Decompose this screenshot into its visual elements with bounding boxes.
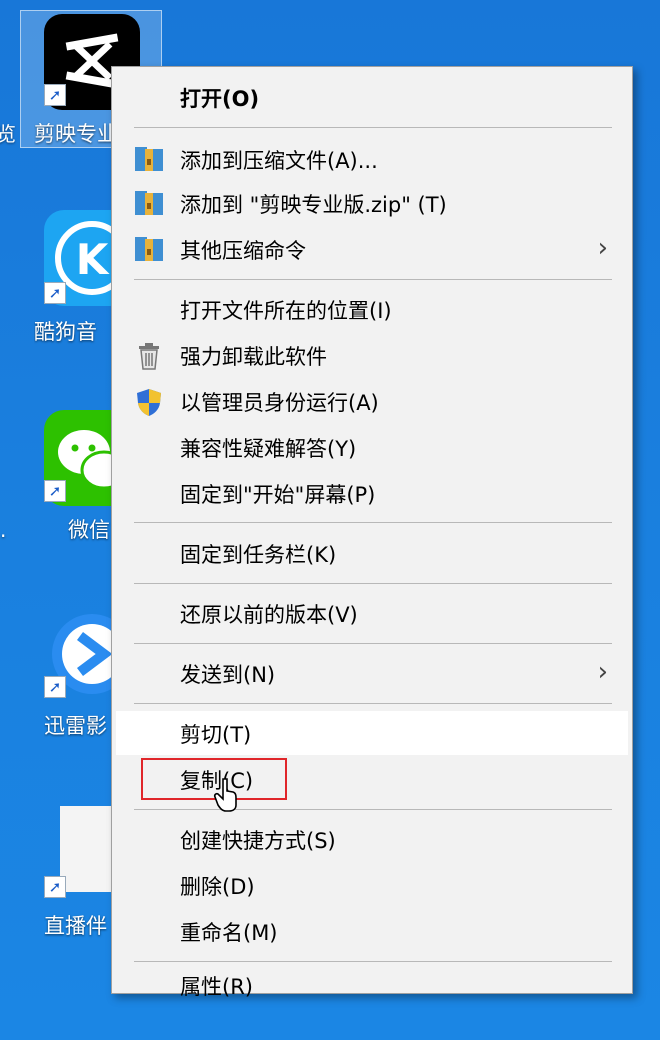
context-menu: 打开(O) 添加到压缩文件(A)... 添加到 "剪映专业版.zip" (T) … <box>111 66 633 999</box>
menu-item-label: 添加到压缩文件(A)... <box>180 149 378 173</box>
menu-item-label: 添加到 "剪映专业版.zip" (T) <box>180 193 447 217</box>
menu-item-restore-previous[interactable]: 还原以前的版本(V) <box>112 591 632 635</box>
desktop-icon-label: 酷狗音 <box>34 320 97 344</box>
menu-separator <box>134 279 612 280</box>
menu-item-create-shortcut[interactable]: 创建快捷方式(S) <box>112 817 632 861</box>
menu-item-label: 兼容性疑难解答(Y) <box>180 437 357 461</box>
menu-separator <box>134 127 612 128</box>
menu-item-open-file-location[interactable]: 打开文件所在的位置(I) <box>112 287 632 331</box>
menu-item-pin-to-start[interactable]: 固定到"开始"屏幕(P) <box>112 471 632 515</box>
menu-item-label: 其他压缩命令 <box>180 239 306 263</box>
menu-item-label: 固定到任务栏(K) <box>180 543 337 567</box>
shortcut-arrow-icon: ➚ <box>44 876 66 898</box>
menu-item-rename[interactable]: 重命名(M) <box>112 909 632 953</box>
menu-item-label: 固定到"开始"屏幕(P) <box>180 483 376 507</box>
winrar-archive-icon <box>134 235 164 263</box>
menu-item-delete[interactable]: 删除(D) <box>112 863 632 907</box>
menu-item-label: 打开文件所在的位置(I) <box>180 299 392 323</box>
menu-separator <box>134 643 612 644</box>
chevron-right-icon: › <box>597 233 608 263</box>
uac-shield-icon <box>134 387 164 416</box>
mouse-cursor-icon <box>213 778 237 812</box>
menu-separator <box>134 703 612 704</box>
menu-item-force-uninstall[interactable]: 强力卸载此软件 <box>112 333 632 377</box>
svg-text:K: K <box>76 235 110 284</box>
menu-item-label: 重命名(M) <box>180 921 278 945</box>
menu-item-cut[interactable]: 剪切(T) <box>116 711 628 755</box>
shortcut-arrow-icon: ➚ <box>44 84 66 106</box>
blank-file-icon <box>60 806 112 892</box>
edge-char: 览 <box>0 122 16 146</box>
menu-item-other-compress[interactable]: 其他压缩命令 › <box>112 227 632 271</box>
menu-item-label: 删除(D) <box>180 875 255 899</box>
menu-separator <box>134 583 612 584</box>
menu-item-label: 以管理员身份运行(A) <box>180 391 379 415</box>
menu-item-add-to-zip[interactable]: 添加到 "剪映专业版.zip" (T) <box>112 181 632 225</box>
desktop-icon-label: 剪映专业 <box>34 122 118 146</box>
chevron-right-icon: › <box>597 657 608 687</box>
menu-item-label: 剪切(T) <box>180 723 252 747</box>
edge-char: . <box>0 518 7 542</box>
menu-item-troubleshoot-compat[interactable]: 兼容性疑难解答(Y) <box>112 425 632 469</box>
menu-separator <box>134 809 612 810</box>
menu-item-label: 创建快捷方式(S) <box>180 829 336 853</box>
menu-item-add-to-archive[interactable]: 添加到压缩文件(A)... <box>112 137 632 181</box>
menu-item-label: 发送到(N) <box>180 663 276 687</box>
menu-item-open[interactable]: 打开(O) <box>112 75 632 119</box>
winrar-archive-icon <box>134 145 164 173</box>
menu-item-label: 打开(O) <box>180 87 260 111</box>
menu-item-label: 属性(R) <box>180 975 253 999</box>
menu-item-run-as-admin[interactable]: 以管理员身份运行(A) <box>112 379 632 423</box>
menu-item-pin-to-taskbar[interactable]: 固定到任务栏(K) <box>112 531 632 575</box>
shortcut-arrow-icon: ➚ <box>44 282 66 304</box>
menu-item-label: 强力卸载此软件 <box>180 345 327 369</box>
menu-separator <box>134 522 612 523</box>
menu-item-properties[interactable]: 属性(R) <box>112 949 632 999</box>
shortcut-arrow-icon: ➚ <box>44 480 66 502</box>
trash-icon <box>134 341 164 370</box>
shortcut-arrow-icon: ➚ <box>44 676 66 698</box>
winrar-archive-icon <box>134 189 164 217</box>
menu-item-send-to[interactable]: 发送到(N) › <box>112 651 632 695</box>
menu-item-label: 还原以前的版本(V) <box>180 603 358 627</box>
